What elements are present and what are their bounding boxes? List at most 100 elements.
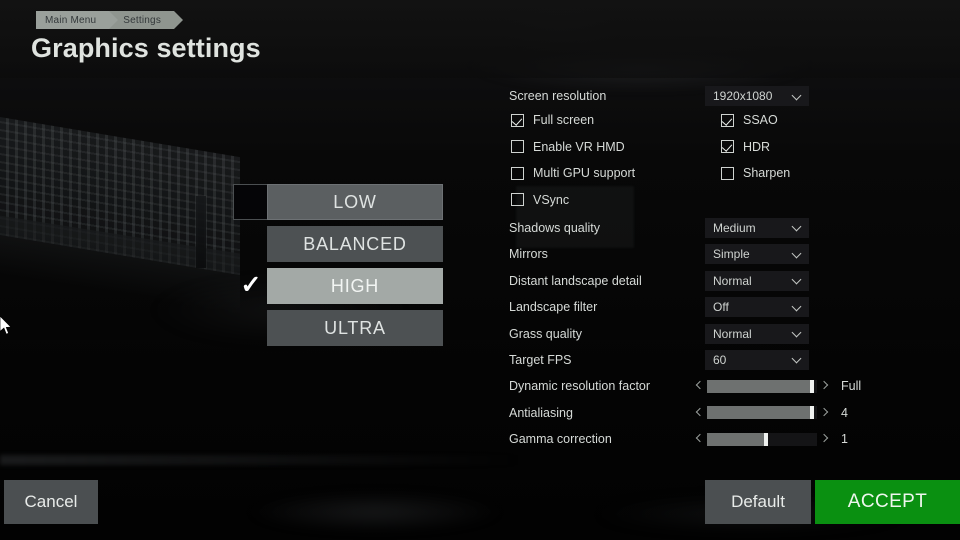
preset-button-ultra[interactable]: ULTRA	[267, 310, 443, 346]
chevron-right-icon[interactable]	[819, 430, 832, 448]
preset-row-low[interactable]: LOW	[233, 184, 443, 220]
checkbox-box-ssao	[721, 113, 734, 127]
setting-label-target-fps: Target FPS	[509, 352, 572, 367]
preset-row-balanced[interactable]: BALANCED	[233, 226, 443, 262]
checkbox-vsync[interactable]: VSync	[511, 193, 569, 207]
setting-label-screen-resolution: Screen resolution	[509, 89, 607, 103]
slider-value-dynamic-resolution-factor: Full	[841, 379, 862, 394]
checkbox-label-multi-gpu-support: Multi GPU support	[533, 166, 636, 181]
preset-button-high[interactable]: HIGH	[267, 268, 443, 304]
checkbox-sharpen[interactable]: Sharpen	[721, 166, 790, 180]
background-curb	[0, 455, 520, 465]
checkbox-label-sharpen: Sharpen	[743, 166, 791, 181]
checkbox-enable-vr-hmd[interactable]: Enable VR HMD	[511, 140, 625, 154]
chevron-left-icon[interactable]	[692, 404, 705, 422]
chevron-down-icon	[792, 222, 803, 233]
header-bar: Main Menu Settings Graphics settings	[0, 0, 960, 78]
slider-gamma-correction[interactable]	[692, 430, 832, 448]
checkbox-box-hdr	[721, 140, 734, 154]
checkbox-box-multi-gpu-support	[511, 166, 524, 180]
checkbox-box-vsync	[511, 193, 524, 207]
chevron-left-icon[interactable]	[692, 377, 705, 395]
preset-lead-ultra	[233, 310, 267, 346]
breadcrumb-item-settings[interactable]: Settings	[109, 11, 183, 29]
preset-row-ultra[interactable]: ULTRA	[233, 310, 443, 346]
settings-panel: Screen resolution 1920x1080 Full screen …	[509, 84, 939, 453]
accept-button-label: ACCEPT	[847, 491, 928, 512]
checkbox-label-hdr: HDR	[743, 139, 771, 154]
dropdown-grass-quality[interactable]: Normal	[705, 323, 809, 344]
checkmark-icon: ✓	[240, 271, 262, 299]
slider-antialiasing[interactable]	[692, 404, 832, 422]
chevron-down-icon	[792, 91, 803, 102]
graphics-settings-screen: Main Menu Settings Graphics settings LOW…	[0, 0, 960, 540]
setting-row-shadows-quality: Shadows quality Medium	[509, 216, 939, 242]
chevron-left-icon[interactable]	[692, 430, 705, 448]
dropdown-shadows-quality[interactable]: Medium	[705, 217, 809, 238]
checkbox-multi-gpu-support[interactable]: Multi GPU support	[511, 166, 635, 180]
chevron-right-icon[interactable]	[819, 404, 832, 422]
slider-track-dynamic-resolution-factor[interactable]	[707, 379, 817, 393]
background-pillar	[196, 196, 206, 268]
preset-button-balanced[interactable]: BALANCED	[267, 226, 443, 262]
breadcrumb-label-main-menu: Main Menu	[45, 14, 97, 26]
dropdown-target-fps[interactable]: 60	[705, 349, 809, 370]
slider-handle[interactable]	[809, 406, 814, 420]
dropdown-distant-landscape-detail[interactable]: Normal	[705, 270, 809, 291]
default-button-label: Default	[731, 492, 785, 511]
mouse-cursor-icon	[0, 316, 12, 335]
setting-row-gamma-correction: Gamma correction 1	[509, 427, 939, 453]
slider-track-gamma-correction[interactable]	[707, 432, 817, 446]
breadcrumb: Main Menu Settings	[36, 11, 183, 29]
slider-handle[interactable]	[763, 432, 768, 446]
checkbox-full-screen[interactable]: Full screen	[511, 113, 594, 127]
preset-row-high[interactable]: ✓ HIGH	[233, 268, 443, 304]
setting-label-mirrors: Mirrors	[509, 247, 548, 262]
chevron-down-icon	[792, 302, 803, 313]
setting-label-shadows-quality: Shadows quality	[509, 220, 601, 235]
checkbox-box-full-screen	[511, 113, 524, 127]
slider-value-gamma-correction: 1	[841, 432, 848, 447]
setting-row-vr-hdr: Enable VR HMD HDR	[509, 137, 939, 163]
setting-label-dynamic-resolution-factor: Dynamic resolution factor	[509, 379, 651, 394]
slider-track-antialiasing[interactable]	[707, 406, 817, 420]
preset-label-low: LOW	[333, 191, 377, 212]
dropdown-value-distant-landscape-detail: Normal	[713, 273, 752, 288]
setting-label-gamma-correction: Gamma correction	[509, 432, 612, 447]
accept-button[interactable]: ACCEPT	[815, 480, 960, 524]
checkbox-box-enable-vr-hmd	[511, 140, 524, 154]
setting-row-landscape-filter: Landscape filter Off	[509, 295, 939, 321]
chevron-right-icon[interactable]	[819, 377, 832, 395]
preset-lead-low	[233, 184, 267, 220]
dropdown-value-mirrors: Simple	[713, 247, 750, 262]
checkbox-ssao[interactable]: SSAO	[721, 113, 778, 127]
slider-fill	[707, 432, 768, 446]
dropdown-value-target-fps: 60	[713, 352, 727, 367]
preset-label-ultra: ULTRA	[324, 317, 386, 338]
preset-label-high: HIGH	[330, 275, 380, 296]
breadcrumb-item-main-menu[interactable]: Main Menu	[36, 11, 119, 29]
slider-fill	[707, 379, 814, 393]
cancel-button-label: Cancel	[24, 492, 78, 511]
slider-dynamic-resolution-factor[interactable]	[692, 377, 832, 395]
preset-lead-balanced	[233, 226, 267, 262]
preset-button-low[interactable]: LOW	[267, 184, 443, 220]
dropdown-value-grass-quality: Normal	[713, 326, 752, 341]
setting-row-dynamic-resolution-factor: Dynamic resolution factor Full	[509, 374, 939, 400]
chevron-down-icon	[792, 275, 803, 286]
quality-preset-list: LOW BALANCED ✓ HIGH ULTRA	[233, 184, 443, 352]
checkbox-hdr[interactable]: HDR	[721, 140, 770, 154]
slider-handle[interactable]	[809, 379, 814, 393]
dropdown-landscape-filter[interactable]: Off	[705, 297, 809, 318]
cancel-button[interactable]: Cancel	[4, 480, 98, 524]
setting-row-target-fps: Target FPS 60	[509, 348, 939, 374]
default-button[interactable]: Default	[705, 480, 811, 524]
dropdown-mirrors[interactable]: Simple	[705, 244, 809, 265]
chevron-down-icon	[792, 328, 803, 339]
page-title: Graphics settings	[31, 33, 261, 63]
dropdown-value-landscape-filter: Off	[713, 300, 729, 315]
checkbox-label-enable-vr-hmd: Enable VR HMD	[533, 139, 625, 154]
dropdown-screen-resolution[interactable]: 1920x1080	[705, 86, 809, 106]
setting-label-distant-landscape-detail: Distant landscape detail	[509, 273, 642, 288]
setting-row-distant-landscape-detail: Distant landscape detail Normal	[509, 269, 939, 295]
